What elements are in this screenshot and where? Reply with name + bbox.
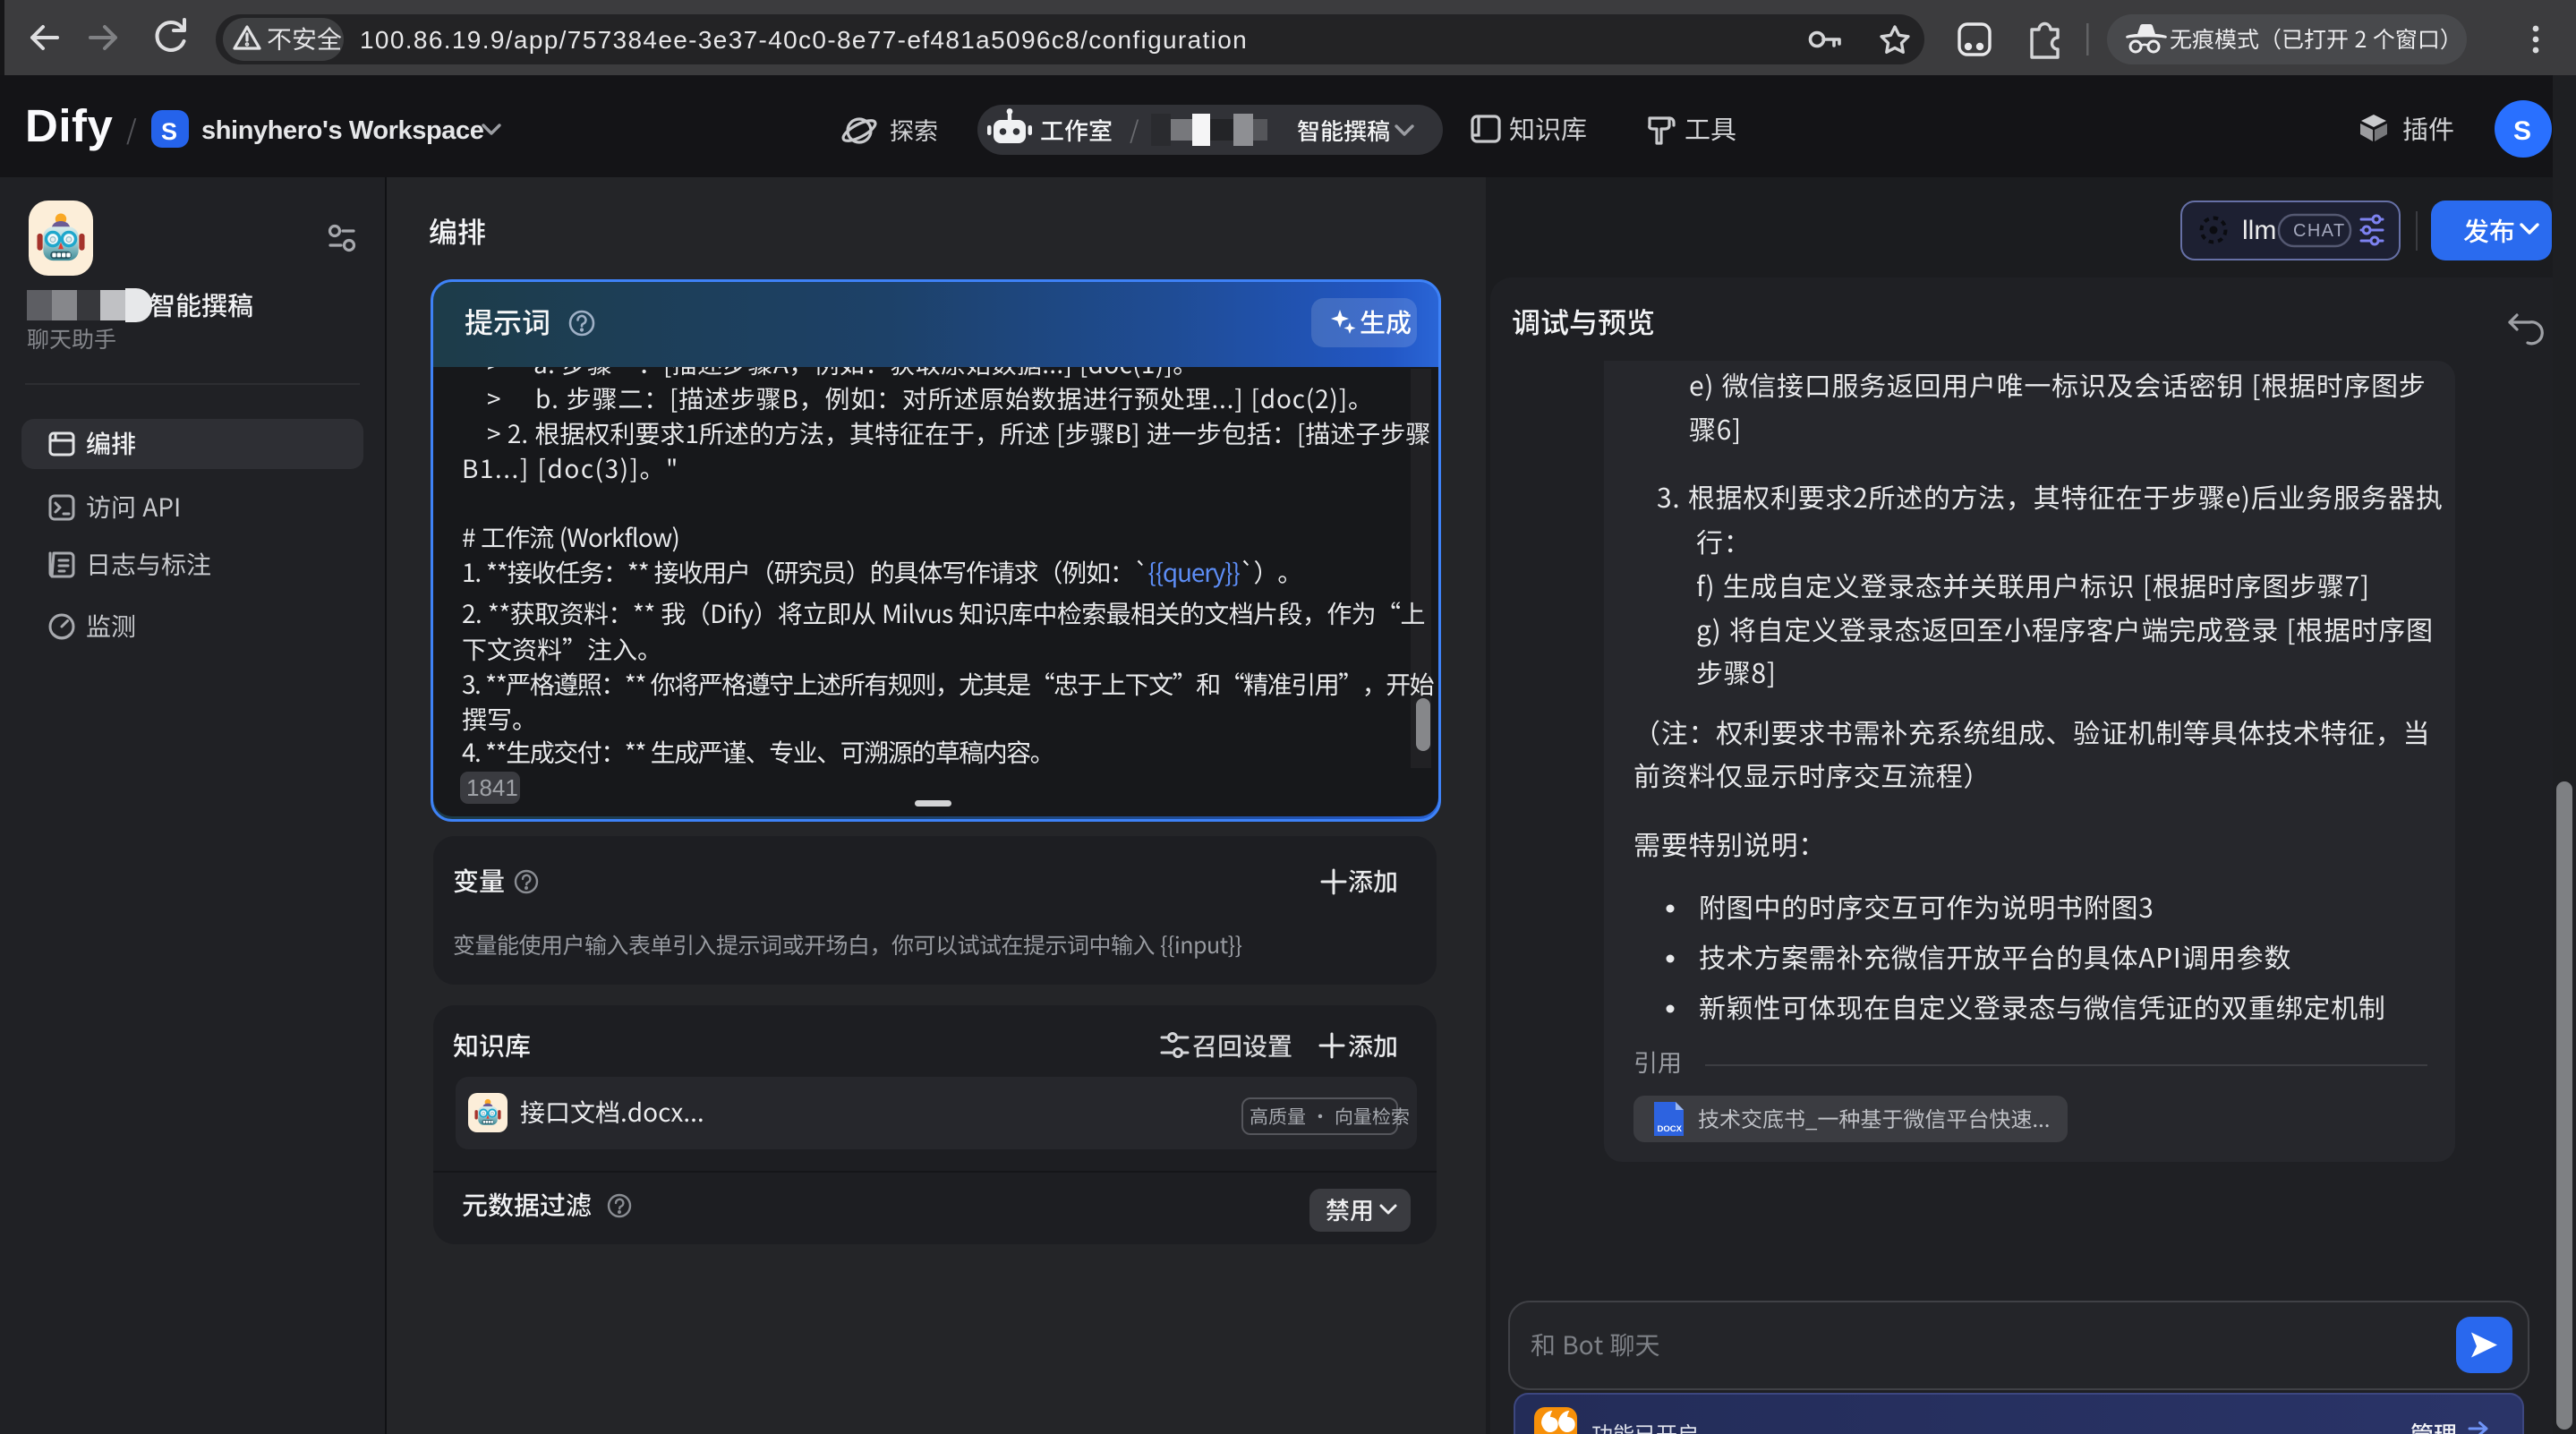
svg-text:shinyhero's Workspace: shinyhero's Workspace bbox=[201, 116, 484, 145]
svg-text:1841: 1841 bbox=[466, 774, 518, 801]
svg-text:S: S bbox=[161, 118, 177, 145]
svg-text:Dify: Dify bbox=[25, 100, 113, 151]
svg-text:CHAT: CHAT bbox=[2293, 221, 2346, 241]
svg-text:100.86.19.9/app/757384ee-3e37-: 100.86.19.9/app/757384ee-3e37-40c0-8e77-… bbox=[360, 26, 1248, 54]
svg-text:llm: llm bbox=[2242, 216, 2276, 245]
svg-text:S: S bbox=[2513, 116, 2531, 146]
svg-text:DOCX: DOCX bbox=[1658, 1124, 1683, 1134]
